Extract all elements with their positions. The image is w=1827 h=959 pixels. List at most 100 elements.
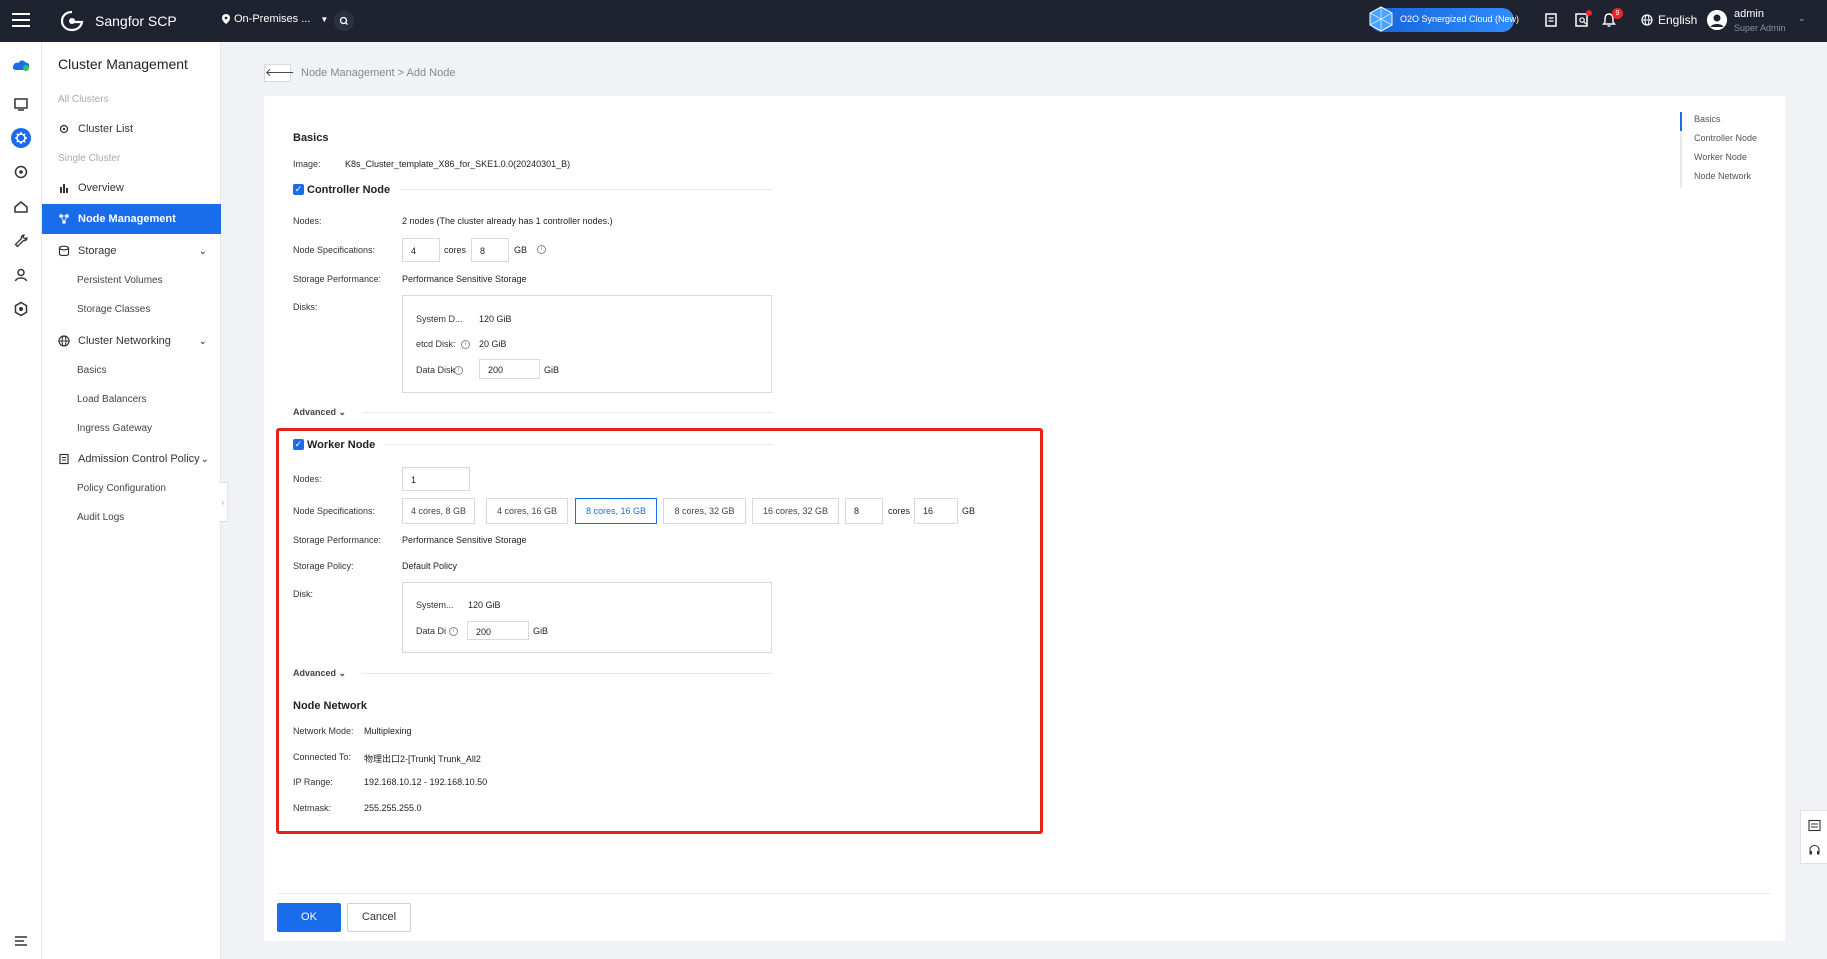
highlight-box xyxy=(276,428,1043,834)
search-button[interactable] xyxy=(334,11,354,31)
controller-etcd-disk-value: 20 GiB xyxy=(479,339,507,349)
sidebar-item-label: Admission Control Policy xyxy=(78,453,200,465)
network-icon[interactable] xyxy=(11,162,31,182)
notification-dot xyxy=(1586,10,1592,16)
caret-down-icon: ▼ xyxy=(320,14,329,24)
task-list-icon[interactable] xyxy=(1543,12,1559,28)
controller-cores-input[interactable]: 4 xyxy=(402,238,440,262)
cloud-icon[interactable] xyxy=(11,55,31,75)
controller-memory-input[interactable]: 8 xyxy=(471,238,509,262)
advanced-label: Advanced xyxy=(293,407,337,417)
controller-data-disk-input[interactable]: 200 xyxy=(479,359,540,379)
checklist-icon[interactable] xyxy=(1808,819,1821,832)
sidebar-item-policy-configuration[interactable]: Policy Configuration xyxy=(77,483,166,494)
back-button[interactable]: 🡐 xyxy=(264,64,295,82)
sidebar-item-persistent-volumes[interactable]: Persistent Volumes xyxy=(77,275,163,286)
controller-nodes-label: Nodes: xyxy=(293,216,322,226)
policy-icon xyxy=(59,453,69,465)
language-selector[interactable]: English xyxy=(1641,13,1697,27)
sidebar-collapse-handle[interactable]: ‹ xyxy=(219,482,228,522)
globe-icon xyxy=(1641,14,1653,26)
sidebar-item-cluster-list[interactable]: Cluster List xyxy=(42,114,221,144)
controller-node-heading: Controller Node xyxy=(307,184,391,196)
user-name: admin xyxy=(1734,8,1764,20)
globe-icon xyxy=(58,335,70,347)
breadcrumb: Node Management > Add Node xyxy=(301,67,455,79)
cloud-cube-icon xyxy=(1369,6,1393,32)
controller-data-disk-label: Data Disk xyxy=(416,365,456,375)
sidebar: Cluster Management All Clusters Cluster … xyxy=(42,42,221,959)
anchor-controller-node[interactable]: Controller Node xyxy=(1682,131,1757,150)
top-bar: Sangfor SCP On-Premises ... ▼ O2O Synerg… xyxy=(0,0,1827,42)
anchor-basics[interactable]: Basics xyxy=(1680,112,1757,131)
sidebar-item-load-balancers[interactable]: Load Balancers xyxy=(77,394,147,405)
controller-spec-label: Node Specifications: xyxy=(293,245,376,255)
sangfor-logo-icon xyxy=(60,10,84,32)
anchor-nav: Basics Controller Node Worker Node Node … xyxy=(1680,112,1757,188)
sidebar-item-basics[interactable]: Basics xyxy=(77,365,106,376)
controller-storage-perf-value: Performance Sensitive Storage xyxy=(402,274,527,284)
info-icon[interactable]: i xyxy=(461,340,470,349)
ok-button[interactable]: OK xyxy=(277,903,341,932)
chevron-down-icon: ⌄ xyxy=(200,453,209,465)
sidebar-group-all-clusters: All Clusters xyxy=(58,94,109,105)
breadcrumb-separator: > xyxy=(397,67,405,79)
o2o-synergized-cloud-button[interactable]: O2O Synergized Cloud (New) xyxy=(1369,6,1519,32)
collapse-menu-icon[interactable] xyxy=(11,931,31,951)
sidebar-item-ingress-gateway[interactable]: Ingress Gateway xyxy=(77,423,152,434)
language-label: English xyxy=(1658,13,1698,27)
menu-icon[interactable] xyxy=(12,13,30,29)
icon-rail xyxy=(0,42,42,959)
sidebar-item-storage[interactable]: Storage ⌄ xyxy=(42,236,221,266)
info-icon[interactable]: i xyxy=(454,366,463,375)
location-label: On-Premises ... xyxy=(234,13,311,25)
sidebar-item-audit-logs[interactable]: Audit Logs xyxy=(77,512,124,523)
sidebar-item-label: Cluster List xyxy=(78,123,134,135)
floating-toolbar xyxy=(1800,810,1827,864)
sidebar-item-overview[interactable]: Overview xyxy=(42,173,221,203)
sidebar-item-label: Cluster Networking xyxy=(78,335,171,347)
sidebar-item-storage-classes[interactable]: Storage Classes xyxy=(77,304,150,315)
headset-icon[interactable] xyxy=(1808,844,1821,857)
cancel-button[interactable]: Cancel xyxy=(347,903,411,932)
location-pin-icon xyxy=(222,14,230,24)
controller-advanced-toggle[interactable]: Advanced ⌄ xyxy=(293,407,346,418)
controller-node-checkbox[interactable]: ✓ xyxy=(293,184,304,195)
sidebar-item-admission-control[interactable]: Admission Control Policy ⌄ xyxy=(42,444,221,474)
sidebar-item-cluster-networking[interactable]: Cluster Networking ⌄ xyxy=(42,326,221,356)
basics-heading: Basics xyxy=(293,132,329,144)
divider xyxy=(400,189,773,190)
sidebar-item-node-management[interactable]: Node Management xyxy=(42,204,221,234)
location-selector[interactable]: On-Premises ... ▼ xyxy=(222,13,328,25)
settings-icon[interactable] xyxy=(11,299,31,319)
chevron-down-icon[interactable]: ⌄ xyxy=(1798,13,1806,24)
controller-system-disk-label: System D... xyxy=(416,314,463,324)
avatar[interactable] xyxy=(1707,10,1727,30)
alerts-badge: 9 xyxy=(1612,8,1623,19)
sidebar-group-single-cluster: Single Cluster xyxy=(58,153,121,164)
user-icon[interactable] xyxy=(11,265,31,285)
bar-chart-icon xyxy=(60,184,68,193)
anchor-worker-node[interactable]: Worker Node xyxy=(1682,150,1757,169)
gear-icon xyxy=(59,124,69,134)
controller-nodes-value: 2 nodes (The cluster already has 1 contr… xyxy=(402,216,613,226)
info-icon[interactable]: i xyxy=(537,245,546,254)
chevron-down-icon: ⌄ xyxy=(338,407,347,417)
kubernetes-icon[interactable] xyxy=(11,128,31,148)
controller-memory-unit: GB xyxy=(514,245,528,255)
wrench-icon[interactable] xyxy=(11,231,31,251)
monitor-icon[interactable] xyxy=(11,94,31,114)
sidebar-item-label: Node Management xyxy=(78,213,176,225)
controller-disks-box xyxy=(402,295,772,393)
arrow-left-icon: 🡐 xyxy=(265,67,295,79)
chevron-down-icon: ⌄ xyxy=(198,335,207,347)
breadcrumb-parent[interactable]: Node Management xyxy=(301,67,395,79)
breadcrumb-current: Add Node xyxy=(406,67,456,79)
image-value: K8s_Cluster_template_X86_for_SKE1.0.0(20… xyxy=(345,159,571,169)
home-cloud-icon[interactable] xyxy=(11,197,31,217)
user-role: Super Admin xyxy=(1734,23,1786,33)
anchor-node-network[interactable]: Node Network xyxy=(1682,169,1757,188)
search-icon xyxy=(339,16,348,25)
controller-storage-perf-label: Storage Performance: xyxy=(293,274,382,284)
user-menu[interactable]: admin Super Admin xyxy=(1734,7,1786,35)
